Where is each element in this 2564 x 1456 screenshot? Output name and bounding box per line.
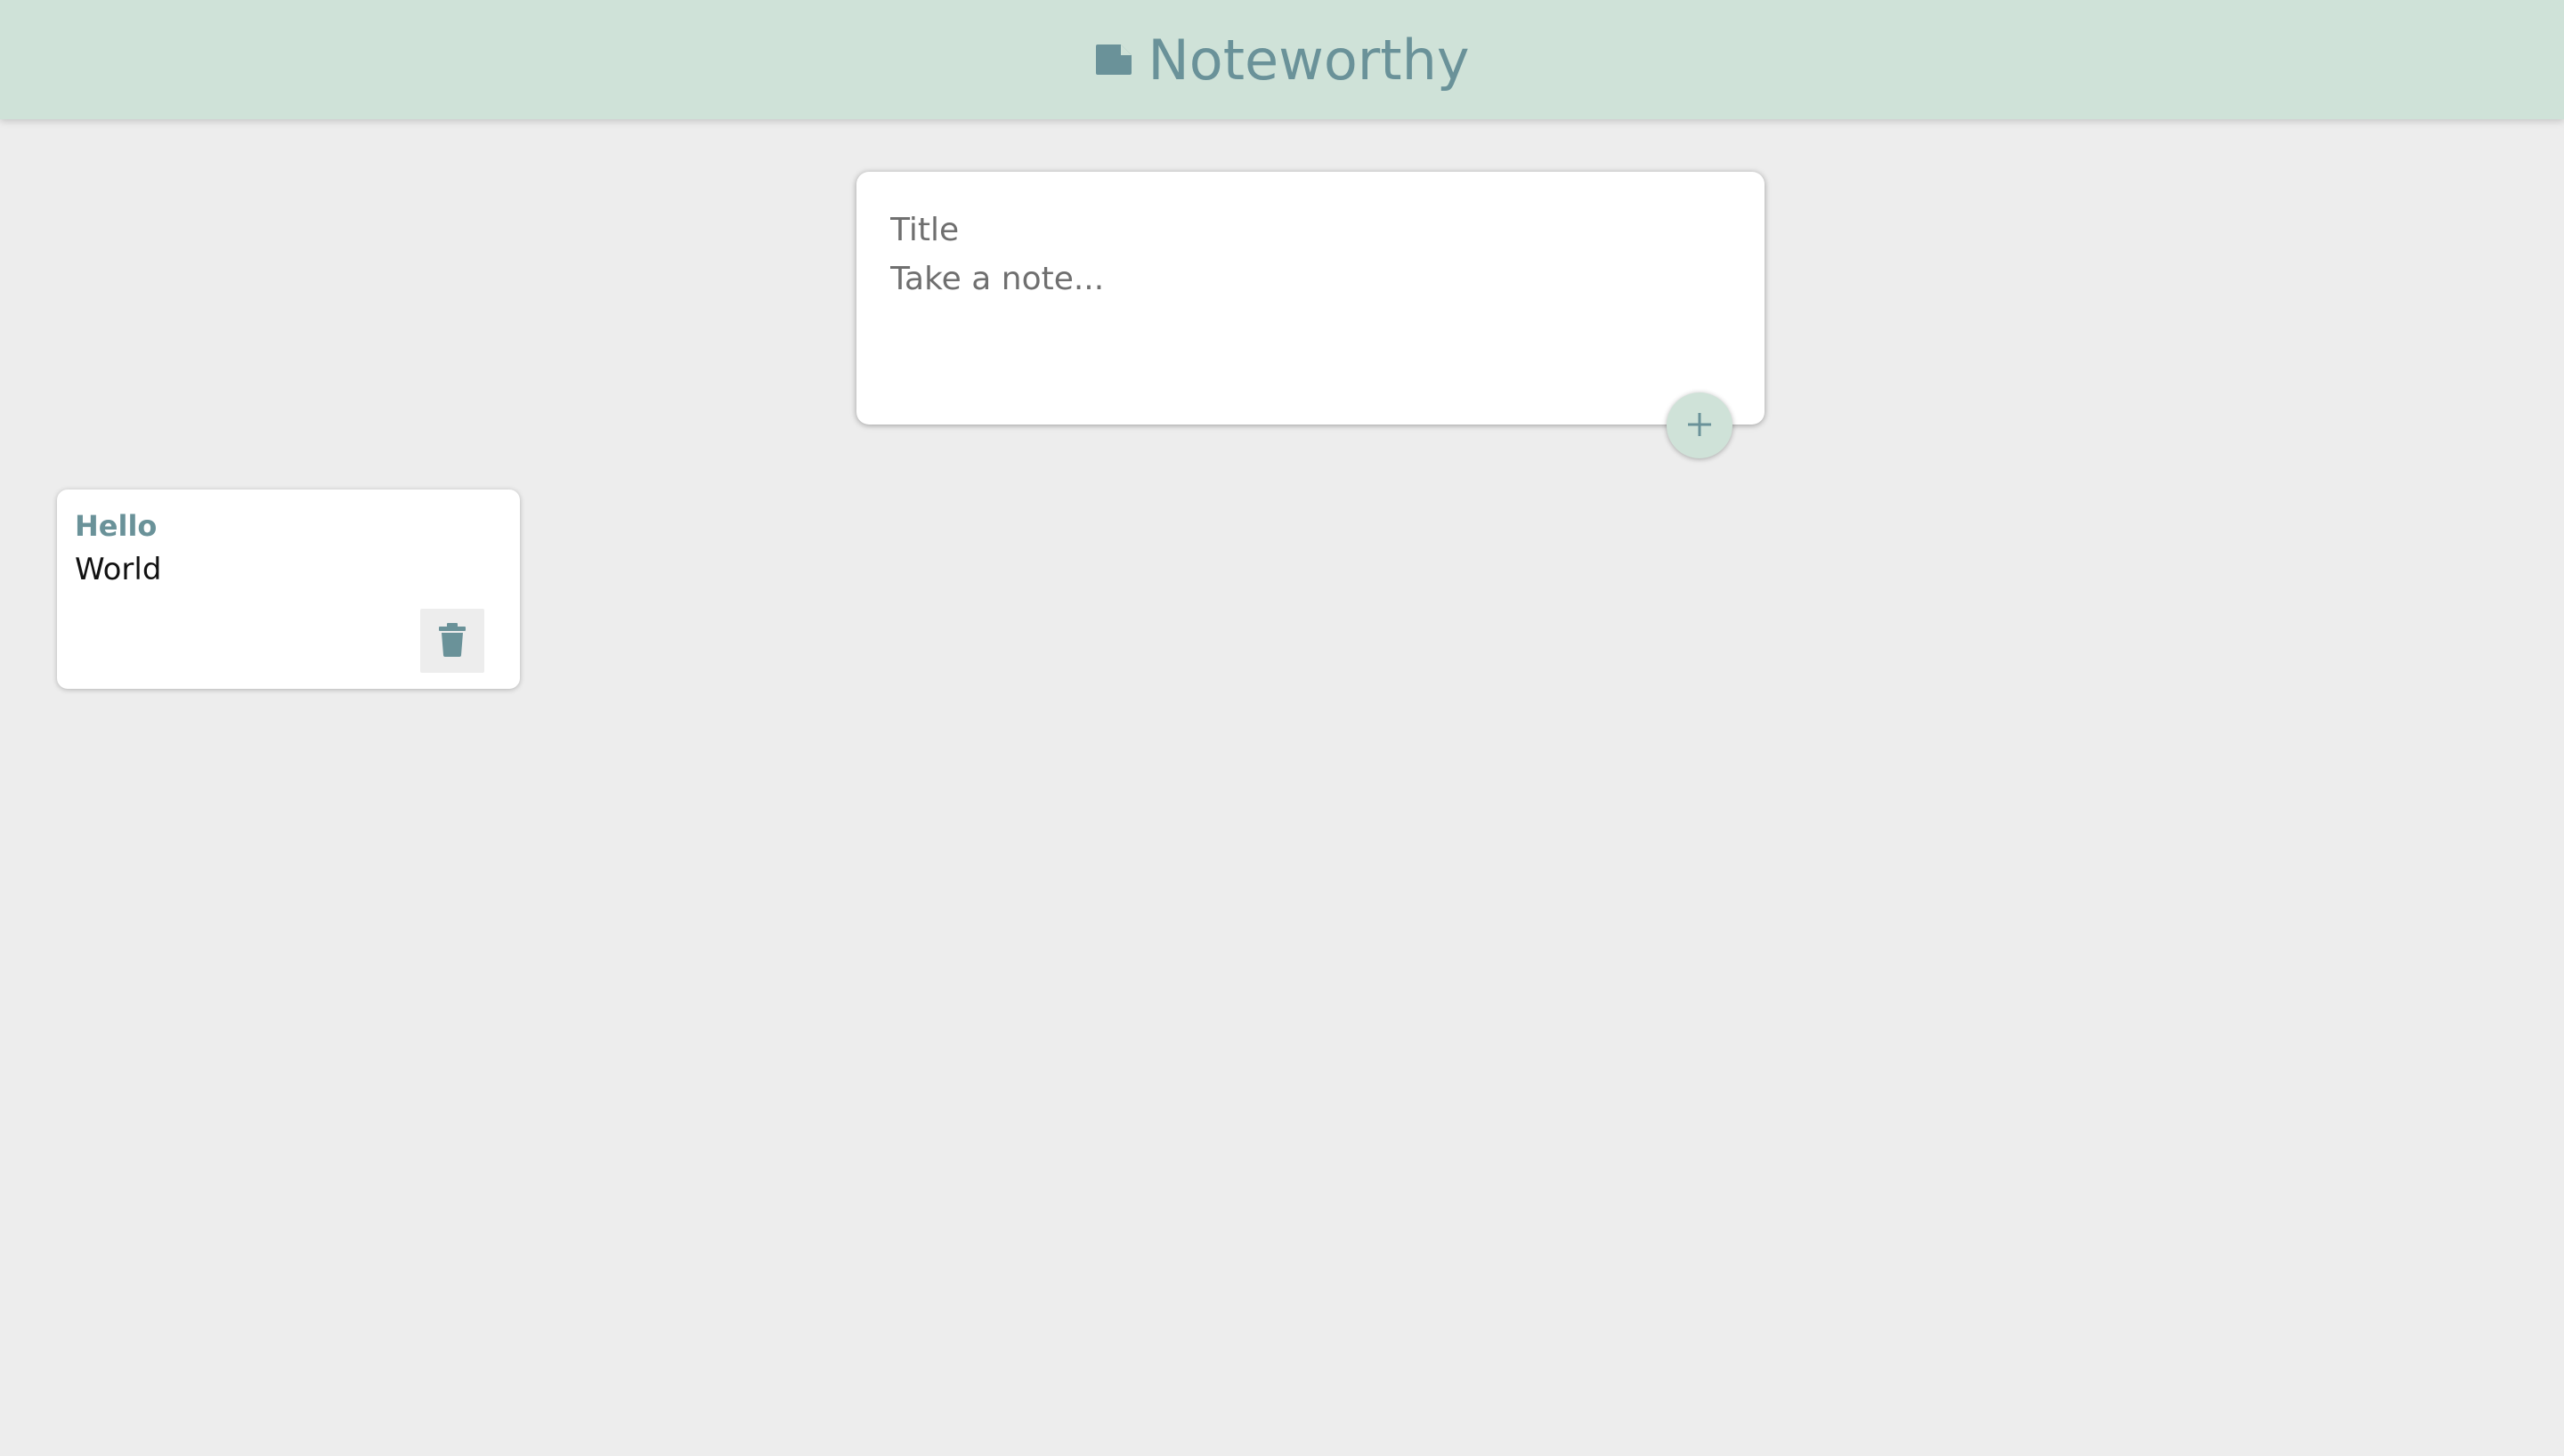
- trash-icon: [437, 622, 467, 660]
- label-icon: [1094, 43, 1133, 77]
- note-content: World: [75, 552, 162, 587]
- note-composer: [856, 172, 1765, 425]
- note-title: Hello: [75, 509, 158, 543]
- add-note-button[interactable]: [1667, 392, 1732, 458]
- note-card: Hello World: [57, 489, 520, 689]
- note-title-input[interactable]: [890, 207, 1692, 252]
- app-header: Noteworthy: [0, 0, 2564, 119]
- brand: Noteworthy: [1094, 27, 1470, 93]
- note-body-input[interactable]: [890, 261, 1692, 385]
- plus-icon: [1684, 409, 1715, 442]
- delete-note-button[interactable]: [420, 609, 484, 673]
- app-title: Noteworthy: [1148, 27, 1470, 93]
